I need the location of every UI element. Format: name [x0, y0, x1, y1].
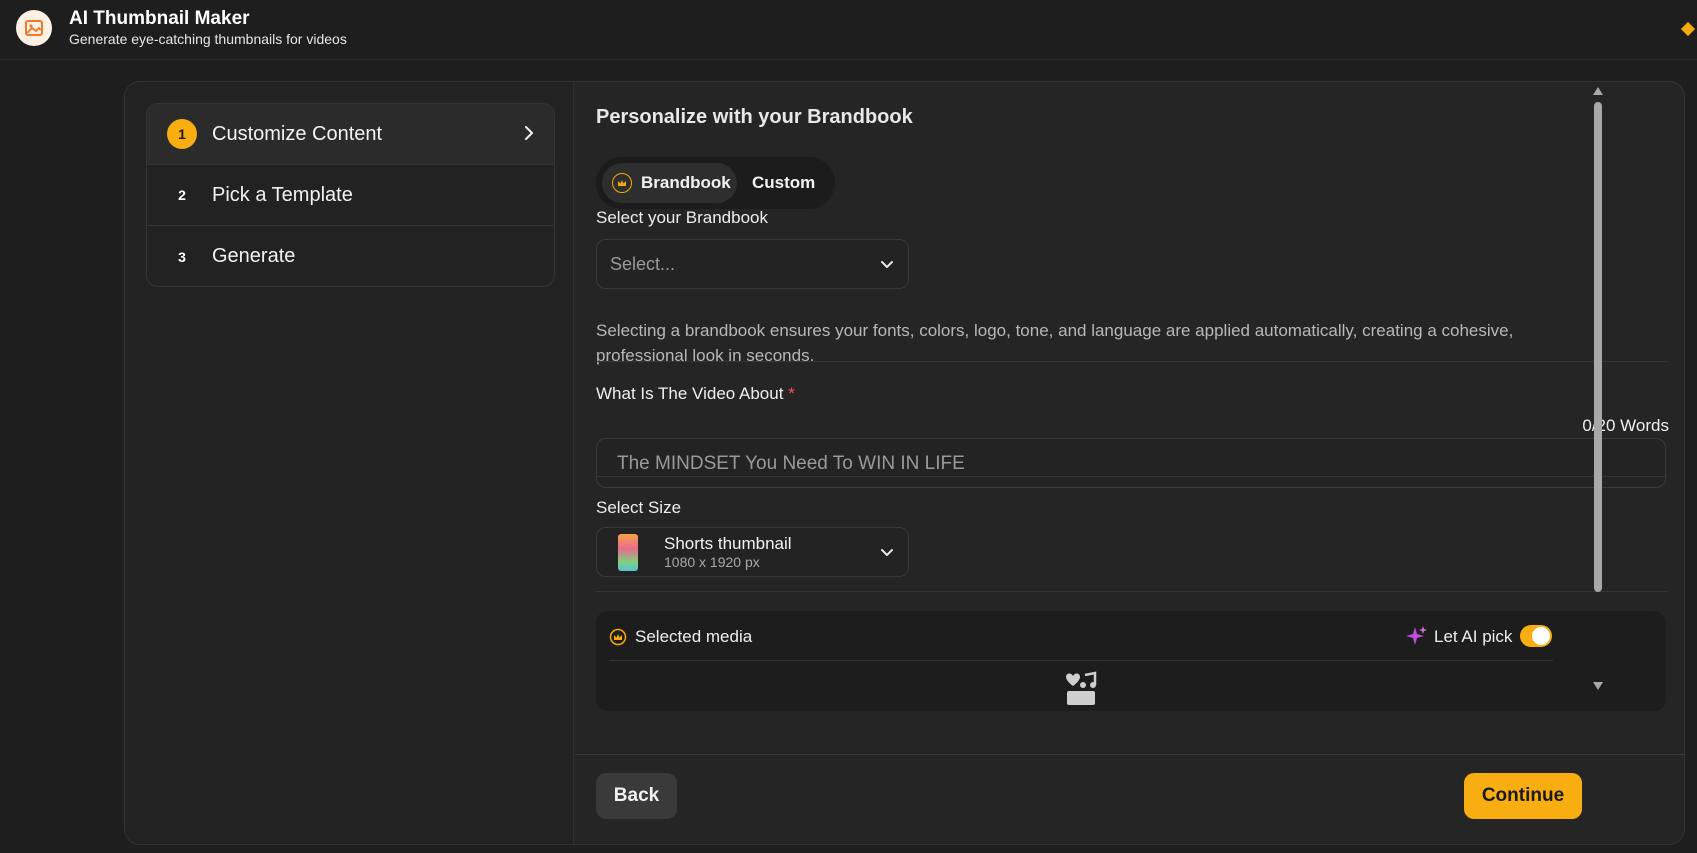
brandbook-option[interactable]: Brandbook: [602, 163, 737, 203]
app-header: AI Thumbnail Maker Generate eye-catching…: [0, 0, 1697, 60]
video-about-label: What Is The Video About *: [596, 384, 795, 404]
custom-option[interactable]: Custom: [752, 163, 815, 203]
size-name: Shorts thumbnail: [664, 534, 792, 553]
video-about-placeholder: The MINDSET You Need To WIN IN LIFE: [617, 453, 965, 474]
step-number: 3: [178, 248, 186, 265]
let-ai-pick-label: Let AI pick: [1434, 627, 1513, 646]
divider: [609, 660, 1553, 661]
step-customize-content[interactable]: 1 Customize Content: [147, 104, 554, 165]
custom-option-label: Custom: [752, 173, 816, 192]
size-select[interactable]: Shorts thumbnail 1080 x 1920 px: [596, 527, 909, 577]
app-title: AI Thumbnail Maker: [69, 8, 250, 29]
section-title: Personalize with your Brandbook: [596, 106, 913, 128]
step-label: Generate: [212, 245, 296, 267]
shorts-thumbnail-preview: [618, 534, 638, 571]
step-label: Pick a Template: [212, 183, 353, 206]
step-number: 1: [167, 119, 197, 149]
divider: [596, 361, 1667, 362]
image-icon: [25, 20, 43, 36]
step-generate[interactable]: 3 Generate: [147, 226, 554, 286]
steps-list: 1 Customize Content 2 Pick a Template 3 …: [146, 103, 555, 287]
scrollbar-thumb[interactable]: [1594, 102, 1602, 592]
diamond-icon: [1680, 21, 1696, 37]
app-subtitle: Generate eye-catching thumbnails for vid…: [69, 31, 347, 47]
crown-icon: [609, 628, 627, 646]
wizard-footer: Back Continue: [575, 754, 1684, 844]
toggle-knob: [1532, 627, 1550, 645]
steps-sidebar: 1 Customize Content 2 Pick a Template 3 …: [125, 82, 574, 844]
scroll-up-arrow[interactable]: [1593, 87, 1603, 95]
brandbook-option-label: Brandbook: [641, 173, 731, 192]
brandbook-select-label: Select your Brandbook: [596, 208, 768, 227]
divider: [596, 591, 1667, 592]
continue-button[interactable]: Continue: [1464, 773, 1582, 819]
brandbook-select[interactable]: Select...: [596, 239, 909, 289]
brandbook-mode-toggle: Brandbook Custom: [596, 157, 835, 209]
required-mark: *: [788, 384, 795, 403]
step-label: Customize Content: [212, 122, 383, 145]
video-about-label-text: What Is The Video About: [596, 384, 784, 403]
step-number: 2: [178, 187, 186, 203]
content-panel: Personalize with your Brandbook Brandboo…: [575, 82, 1684, 754]
wizard-card: 1 Customize Content 2 Pick a Template 3 …: [124, 81, 1685, 845]
size-label: Select Size: [596, 498, 682, 517]
chevron-down-icon: [881, 549, 893, 556]
chevron-right-icon: [525, 126, 533, 140]
media-library-icon: [1066, 671, 1097, 705]
size-dims: 1080 x 1920 px: [664, 554, 760, 570]
crown-icon: [612, 173, 632, 193]
selected-media-panel: Selected media Let AI pick: [596, 611, 1666, 711]
select-placeholder: Select...: [610, 254, 676, 274]
back-button[interactable]: Back: [596, 773, 677, 819]
selected-media-label: Selected media: [635, 627, 753, 646]
let-ai-pick-toggle[interactable]: [1520, 625, 1552, 647]
step-pick-template[interactable]: 2 Pick a Template: [147, 165, 554, 226]
divider: [596, 476, 1667, 477]
chevron-down-icon: [881, 261, 893, 268]
sparkle-icon: [1406, 626, 1427, 645]
scroll-down-arrow[interactable]: [1593, 682, 1603, 690]
app-logo: [16, 10, 52, 46]
video-about-input[interactable]: The MINDSET You Need To WIN IN LIFE: [596, 438, 1666, 488]
